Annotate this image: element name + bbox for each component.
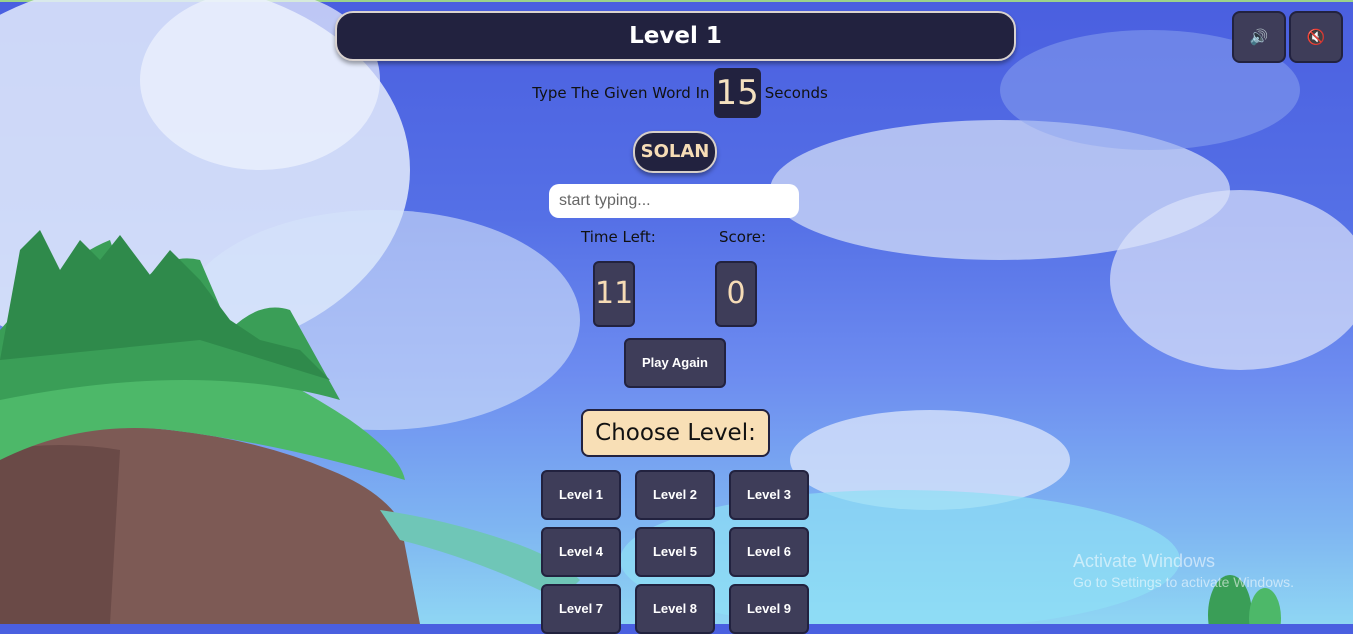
- activation-watermark: Activate Windows Go to Settings to activ…: [1073, 551, 1294, 590]
- current-word: SOLAN: [633, 131, 717, 173]
- mute-icon: 🔇: [1306, 28, 1326, 46]
- instruction-text: Type The Given Word In 15 Seconds: [480, 68, 880, 118]
- instruction-suffix: Seconds: [764, 84, 828, 102]
- word-input[interactable]: [549, 184, 799, 218]
- choose-level-heading: Choose Level:: [581, 409, 770, 457]
- instruction-prefix: Type The Given Word In: [532, 84, 710, 102]
- time-left-value: 11: [593, 261, 635, 327]
- sound-on-button[interactable]: 🔊: [1232, 11, 1286, 63]
- level-title: Level 1: [335, 11, 1016, 61]
- level-7-button[interactable]: Level 7: [541, 584, 621, 634]
- level-3-button[interactable]: Level 3: [729, 470, 809, 520]
- score-value: 0: [715, 261, 757, 327]
- level-9-button[interactable]: Level 9: [729, 584, 809, 634]
- level-6-button[interactable]: Level 6: [729, 527, 809, 577]
- watermark-title: Activate Windows: [1073, 551, 1216, 571]
- play-again-button[interactable]: Play Again: [624, 338, 726, 388]
- score-label: Score:: [719, 228, 767, 246]
- speaker-icon: 🔊: [1249, 28, 1269, 46]
- level-1-button[interactable]: Level 1: [541, 470, 621, 520]
- level-2-button[interactable]: Level 2: [635, 470, 715, 520]
- level-4-button[interactable]: Level 4: [541, 527, 621, 577]
- level-8-button[interactable]: Level 8: [635, 584, 715, 634]
- watermark-subtitle: Go to Settings to activate Windows.: [1073, 574, 1294, 590]
- mute-button[interactable]: 🔇: [1289, 11, 1343, 63]
- level-5-button[interactable]: Level 5: [635, 527, 715, 577]
- seconds-value: 15: [713, 68, 761, 118]
- time-left-label: Time Left:: [581, 228, 656, 246]
